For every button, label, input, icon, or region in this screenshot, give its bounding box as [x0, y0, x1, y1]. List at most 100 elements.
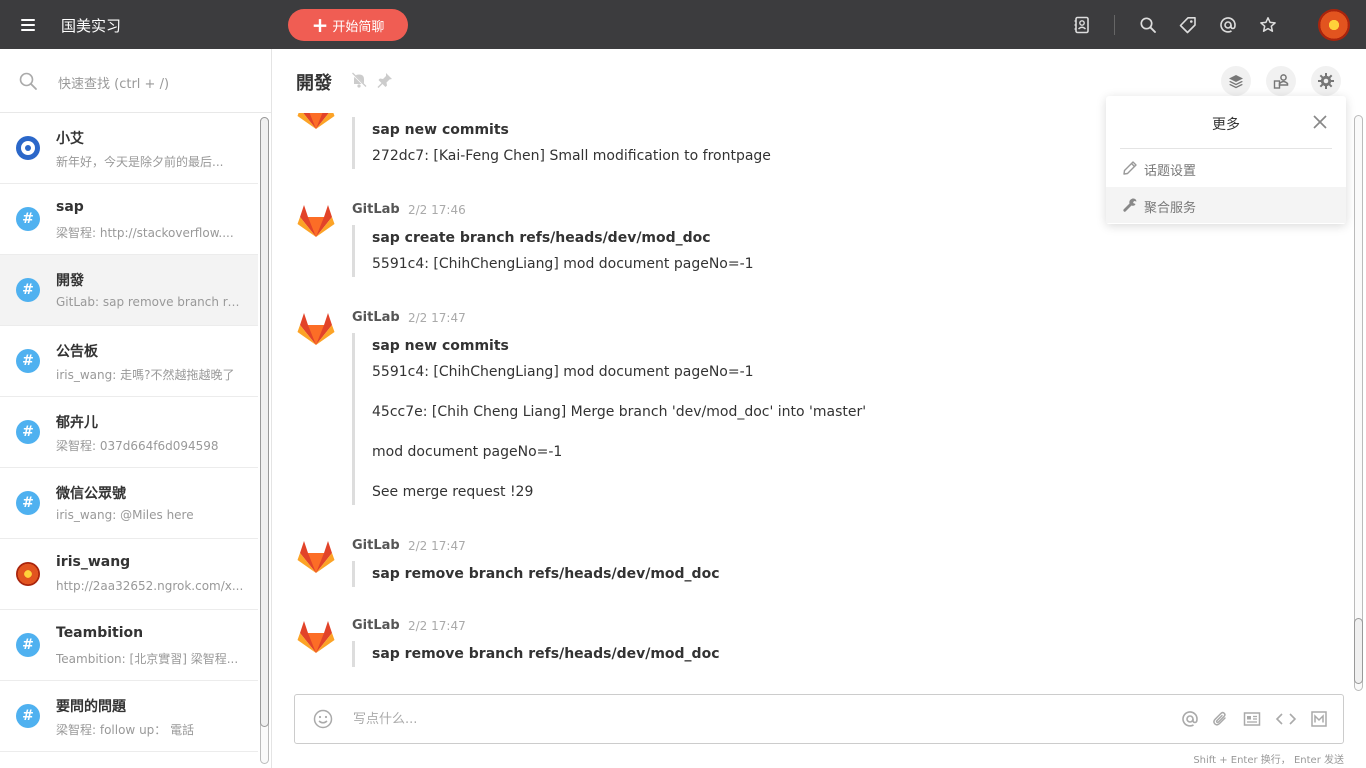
- sidebar-search[interactable]: 快速查找 (ctrl + /): [0, 49, 271, 113]
- conversation-preview: 梁智程: follow up： 電話: [56, 723, 195, 737]
- conversation-item-xiaoai[interactable]: 小艾 新年好，今天是除夕前的最后...: [0, 113, 258, 184]
- markdown-icon[interactable]: [1310, 710, 1328, 728]
- divider: [1120, 148, 1332, 149]
- conversation-preview: iris_wang: @Miles here: [56, 508, 194, 522]
- star-icon[interactable]: [1258, 15, 1278, 35]
- gitlab-logo-icon: [296, 309, 336, 349]
- gitlab-logo-icon: [296, 113, 336, 133]
- scrollbar-thumb[interactable]: [260, 117, 269, 727]
- search-icon[interactable]: [1138, 15, 1158, 35]
- mute-icon[interactable]: [350, 71, 368, 89]
- attachment-icon[interactable]: [1211, 710, 1229, 728]
- gitlab-logo-icon: [296, 617, 336, 657]
- mention-icon[interactable]: [1218, 15, 1238, 35]
- message-line: See merge request !29: [372, 484, 534, 500]
- hash-icon: #: [16, 349, 40, 373]
- conversation-name: 要問的問題: [56, 699, 126, 715]
- hash-icon: #: [16, 633, 40, 657]
- settings-gear-icon[interactable]: [1311, 66, 1341, 96]
- pencil-icon: [1122, 160, 1138, 176]
- card-icon[interactable]: [1243, 710, 1261, 728]
- conversation-item-announcements[interactable]: # 公告板 iris_wang: 走嗎?不然越拖越晚了: [0, 326, 258, 397]
- conversation-name: 公告板: [56, 344, 98, 360]
- message-quote: sap remove branch refs/heads/dev/mod_doc: [352, 641, 720, 667]
- search-placeholder[interactable]: 快速查找 (ctrl + /): [58, 73, 169, 92]
- search-icon: [18, 71, 38, 91]
- scrollbar-track: [1354, 115, 1363, 691]
- conversation-item-questions[interactable]: # 要問的問題 梁智程: follow up： 電話: [0, 681, 258, 752]
- message-line: mod document pageNo=-1: [372, 444, 563, 460]
- message-input[interactable]: [353, 707, 1153, 731]
- robot-avatar-icon: [16, 136, 40, 160]
- conversation-name: 小艾: [56, 131, 84, 147]
- message-author[interactable]: GitLab: [352, 538, 400, 553]
- conversation-preview: Teambition: [北京實習] 梁智程...: [56, 652, 239, 666]
- conversation-item-iris-wang[interactable]: iris_wang http://2aa32652.ngrok.com/x...: [0, 539, 258, 610]
- pin-icon[interactable]: [376, 71, 394, 89]
- hash-icon: #: [16, 420, 40, 444]
- message-quote: sap new commits 272dc7: [Kai-Feng Chen] …: [352, 117, 771, 169]
- message-line: 5591c4: [ChihChengLiang] mod document pa…: [372, 256, 754, 272]
- conversation-name: sap: [56, 199, 84, 215]
- wrench-icon: [1122, 197, 1138, 213]
- members-icon[interactable]: [1266, 66, 1296, 96]
- start-chat-button[interactable]: + 开始简聊: [288, 9, 408, 41]
- conversation-preview: 梁智程: 037d664f6d094598: [56, 439, 219, 453]
- layers-icon[interactable]: [1221, 66, 1251, 96]
- conversation-preview: iris_wang: 走嗎?不然越拖越晚了: [56, 368, 235, 382]
- sidebar-scrollbar[interactable]: [258, 113, 271, 768]
- conversation-item-teambition[interactable]: # Teambition Teambition: [北京實習] 梁智程...: [0, 610, 258, 681]
- conversation-preview: 新年好，今天是除夕前的最后...: [56, 155, 224, 169]
- scrollbar-thumb[interactable]: [1354, 618, 1363, 684]
- emoji-icon[interactable]: [313, 709, 333, 729]
- gitlab-logo-icon: [296, 201, 336, 241]
- user-avatar-icon: [16, 562, 40, 586]
- menu-item-topic-settings[interactable]: 话题设置: [1106, 150, 1346, 186]
- message-scrollbar[interactable]: [1352, 113, 1365, 693]
- message-quote: sap create branch refs/heads/dev/mod_doc…: [352, 225, 754, 277]
- conversation-name: Teambition: [56, 625, 144, 641]
- conversation-preview: GitLab: sap remove branch re...: [56, 295, 246, 309]
- message-line: 45cc7e: [Chih Cheng Liang] Merge branch …: [372, 404, 867, 420]
- tag-icon[interactable]: [1178, 15, 1198, 35]
- topic-title: 開發: [296, 73, 332, 94]
- conversation-item-yuhuier[interactable]: # 郁卉儿 梁智程: 037d664f6d094598: [0, 397, 258, 468]
- more-dropdown: 更多 话题设置 聚合服务: [1106, 96, 1346, 224]
- team-name[interactable]: 国美实习: [61, 15, 121, 36]
- message-quote-title: sap new commits: [372, 122, 509, 138]
- conversation-name: 微信公眾號: [56, 486, 126, 502]
- start-chat-label: 开始简聊: [332, 19, 385, 35]
- gitlab-logo-icon: [296, 537, 336, 577]
- message-quote-title: sap remove branch refs/heads/dev/mod_doc: [372, 646, 720, 662]
- hash-icon: #: [16, 704, 40, 728]
- message-author[interactable]: GitLab: [352, 202, 400, 217]
- menu-item-label: 聚合服务: [1144, 201, 1197, 216]
- hamburger-menu-icon[interactable]: [14, 12, 42, 38]
- contacts-icon[interactable]: [1072, 15, 1092, 35]
- conversation-name: iris_wang: [56, 554, 131, 570]
- user-avatar[interactable]: [1318, 9, 1350, 41]
- message-time: 2/2 17:47: [408, 619, 466, 633]
- conversation-item-sap[interactable]: # sap 梁智程: http://stackoverflow....: [0, 184, 258, 255]
- message-time: 2/2 17:47: [408, 539, 466, 553]
- mention-icon[interactable]: [1181, 710, 1199, 728]
- close-icon[interactable]: [1311, 113, 1329, 131]
- more-dropdown-title: 更多: [1212, 117, 1240, 133]
- code-icon[interactable]: [1275, 710, 1297, 728]
- message-author[interactable]: GitLab: [352, 310, 400, 325]
- message-line: 5591c4: [ChihChengLiang] mod document pa…: [372, 364, 754, 380]
- topbar-divider: [1114, 15, 1115, 35]
- composer-hint: Shift + Enter 换行， Enter 发送: [1193, 755, 1344, 766]
- conversation-name: 郁卉儿: [56, 415, 98, 431]
- conversation-item-wechat[interactable]: # 微信公眾號 iris_wang: @Miles here: [0, 468, 258, 539]
- message-line: 272dc7: [Kai-Feng Chen] Small modificati…: [372, 148, 771, 164]
- conversation-item-kaifa[interactable]: # 開發 GitLab: sap remove branch re...: [0, 255, 258, 326]
- sidebar: 快速查找 (ctrl + /) 小艾 新年好，今天是除夕前的最后... # sa…: [0, 49, 272, 768]
- conversation-preview: http://2aa32652.ngrok.com/x...: [56, 579, 244, 593]
- message-author[interactable]: GitLab: [352, 618, 400, 633]
- menu-item-integrations[interactable]: 聚合服务: [1106, 187, 1346, 223]
- conversation-list: 小艾 新年好，今天是除夕前的最后... # sap 梁智程: http://st…: [0, 113, 258, 752]
- message-quote: sap new commits 5591c4: [ChihChengLiang]…: [352, 333, 866, 505]
- message-time: 2/2 17:46: [408, 203, 466, 217]
- plus-icon: +: [311, 13, 329, 37]
